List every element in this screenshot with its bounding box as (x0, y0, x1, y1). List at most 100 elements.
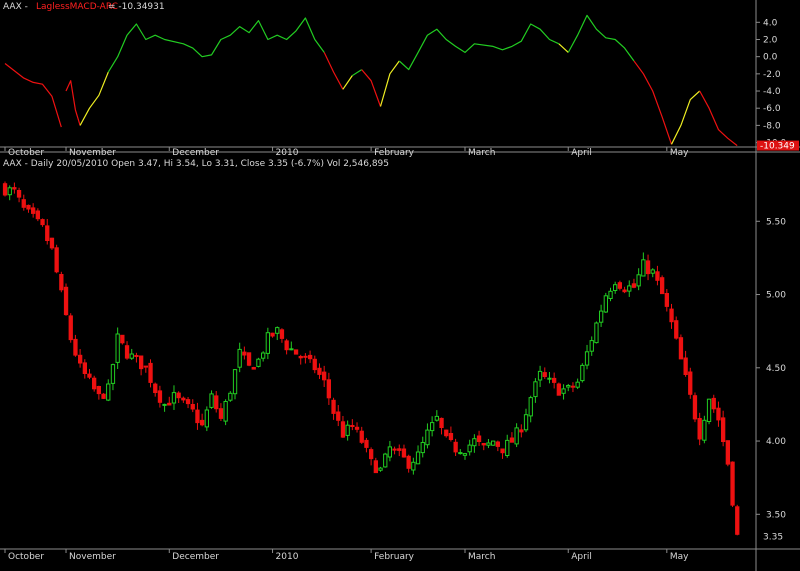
candle-down (218, 408, 224, 419)
candle-up (575, 381, 580, 388)
candle-down (157, 390, 163, 403)
candle-down (322, 371, 327, 381)
macd-series-line-down (4, 63, 62, 128)
candle-up (228, 392, 233, 401)
candle-down (2, 183, 8, 196)
candle-down (735, 506, 740, 535)
macd-panel: 4.02.00.0-2.0-4.0-6.0-8.0-10.0-10.349Oct… (0, 0, 800, 158)
candle-up (378, 467, 383, 471)
candle-up (425, 429, 430, 446)
candle-down (153, 383, 158, 394)
candle-down (697, 418, 702, 440)
candle-down (87, 373, 92, 378)
macd-series-line-down (65, 80, 81, 126)
candle-down (716, 407, 721, 421)
candle-down (631, 283, 637, 288)
candle-down (96, 386, 101, 395)
macd-series-line-up (107, 17, 325, 73)
candle-down (326, 379, 332, 399)
candle-up (162, 403, 167, 406)
macd-series-line-up (398, 23, 560, 71)
price-x-tick-label: October (8, 552, 44, 562)
price-x-tick-label: February (374, 552, 415, 562)
macd-series-line-down (361, 69, 382, 107)
macd-series-line-up (351, 69, 363, 77)
candle-down (35, 210, 41, 220)
candle-down (556, 383, 562, 396)
macd-x-tick-label: February (374, 148, 415, 158)
candle-up (594, 322, 599, 344)
candle-up (702, 419, 707, 441)
price-x-tick-label: December (172, 552, 219, 562)
candle-down (167, 402, 172, 406)
candle-down (692, 395, 698, 420)
candle-down (392, 448, 397, 451)
candle-down (303, 355, 308, 358)
candle-up (115, 333, 120, 363)
macd-y-tick-label: -2.0 (763, 70, 781, 80)
macd-series-line-transition (379, 60, 400, 107)
candle-down (270, 332, 275, 337)
candle-down (730, 461, 735, 506)
candle-up (204, 409, 209, 428)
candle-down (542, 372, 547, 378)
candle-down (26, 204, 31, 210)
candle-down (495, 441, 501, 447)
candle-down (481, 443, 486, 446)
macd-x-tick-label: March (468, 148, 495, 158)
candle-up (636, 274, 641, 287)
candle-up (7, 187, 12, 196)
candle-down (21, 199, 26, 208)
candle-down (214, 395, 219, 410)
candle-down (246, 352, 252, 366)
candle-down (251, 367, 256, 370)
candle-down (444, 429, 449, 437)
candle-down (645, 260, 651, 275)
candle-down (293, 349, 299, 355)
candle-down (664, 293, 670, 307)
candle-down (16, 190, 22, 198)
candle-up (627, 285, 632, 292)
candle-down (500, 448, 505, 454)
candle-down (350, 425, 355, 427)
candle-down (439, 417, 444, 428)
macd-y-tick-label: 0.0 (763, 53, 778, 63)
macd-last-value-label: -10.349 (760, 142, 795, 152)
candle-down (509, 437, 515, 443)
macd-y-tick-label: 4.0 (763, 18, 778, 28)
candle-down (139, 355, 144, 370)
candle-up (265, 332, 271, 354)
candle-down (54, 247, 59, 273)
candle-down (711, 397, 716, 410)
candle-down (354, 426, 360, 430)
candle-up (420, 442, 425, 454)
candle-down (242, 351, 247, 356)
candle-up (603, 295, 609, 313)
candle-up (533, 381, 538, 398)
candle-down (68, 315, 73, 341)
candle-down (124, 345, 130, 359)
macd-x-tick-label: April (571, 148, 592, 158)
candle-down (453, 441, 458, 453)
candle-up (434, 415, 440, 421)
candle-up (232, 369, 238, 395)
macd-series-line-transition (342, 75, 353, 90)
chart-canvas: 4.02.00.0-2.0-4.0-6.0-8.0-10.0-10.349Oct… (0, 0, 800, 571)
candle-down (401, 448, 407, 458)
candle-up (275, 327, 280, 334)
macd-header-indicator: LaglessMACD-ARC (36, 2, 118, 12)
macd-y-tick-label: -6.0 (763, 104, 781, 114)
macd-y-tick-label: 2.0 (763, 35, 778, 45)
candle-up (641, 259, 646, 277)
candle-down (369, 449, 374, 460)
candle-up (599, 310, 604, 323)
candle-down (101, 393, 106, 399)
price-x-tick-label: May (670, 552, 689, 562)
candle-down (92, 377, 97, 390)
candle-up (387, 446, 393, 458)
candle-down (49, 237, 55, 249)
price-y-tick-label: 4.50 (766, 364, 786, 374)
price-y-tick-label: 5.00 (766, 291, 786, 301)
candle-down (200, 419, 205, 426)
candle-down (721, 417, 726, 442)
